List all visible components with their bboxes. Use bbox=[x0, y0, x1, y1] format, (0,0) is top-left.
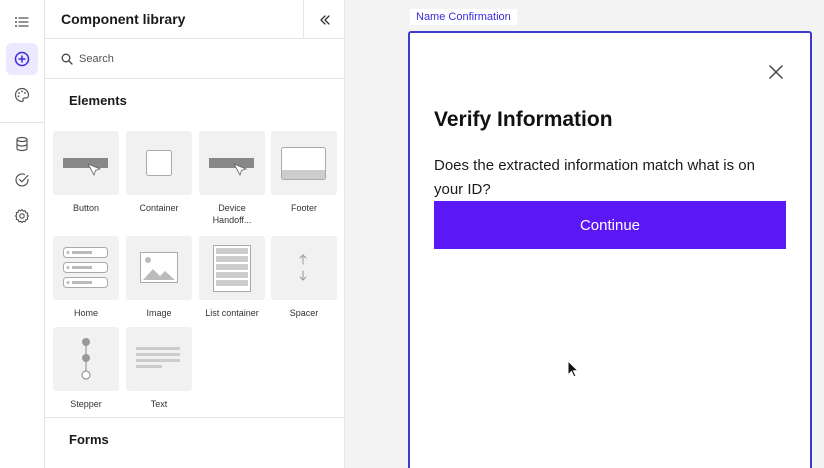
element-tile-footer[interactable]: Footer bbox=[271, 131, 337, 214]
close-button[interactable] bbox=[765, 61, 787, 83]
tile-label: Button bbox=[72, 203, 100, 213]
rail-add-button[interactable] bbox=[6, 43, 38, 75]
rail-settings-button[interactable] bbox=[6, 200, 38, 232]
spacer-preview bbox=[271, 236, 337, 300]
frame-name-tag[interactable]: Name Confirmation bbox=[410, 9, 517, 25]
rail-checks-button[interactable] bbox=[6, 164, 38, 196]
element-tile-container[interactable]: Container bbox=[126, 131, 192, 214]
tile-label: Stepper bbox=[70, 399, 102, 409]
device-handoff-preview bbox=[199, 131, 265, 195]
element-tile-image[interactable]: Image bbox=[126, 236, 192, 319]
verify-title: Verify Information bbox=[434, 108, 613, 131]
tile-label: Text bbox=[150, 399, 168, 409]
tile-label: Footer bbox=[290, 203, 317, 213]
footer-preview bbox=[271, 131, 337, 195]
container-preview bbox=[126, 131, 192, 195]
element-tile-device-handoff[interactable]: Device Handoff... bbox=[199, 131, 265, 226]
screen-frame[interactable]: Verify Information Does the extracted in… bbox=[408, 31, 812, 468]
element-tile-home[interactable]: Home bbox=[53, 236, 119, 319]
database-icon bbox=[16, 136, 28, 152]
section-divider bbox=[45, 417, 345, 418]
continue-button[interactable]: Continue bbox=[434, 201, 786, 249]
rail-divider bbox=[0, 122, 45, 123]
rail-data-button[interactable] bbox=[6, 128, 38, 160]
element-tile-button[interactable]: Button bbox=[53, 131, 119, 214]
element-tile-list-container[interactable]: List container bbox=[199, 236, 265, 319]
palette-icon bbox=[14, 87, 30, 103]
image-preview bbox=[126, 236, 192, 300]
tile-label: Spacer bbox=[289, 308, 319, 318]
panel-title: Component library bbox=[61, 11, 186, 27]
search-icon bbox=[61, 53, 73, 65]
panel-header: Component library bbox=[45, 0, 345, 39]
stepper-preview bbox=[53, 327, 119, 391]
gear-icon bbox=[14, 208, 30, 224]
element-tile-stepper[interactable]: Stepper bbox=[53, 327, 119, 410]
tile-label: Home bbox=[73, 308, 98, 318]
close-icon bbox=[769, 65, 783, 79]
rail-layers-button[interactable] bbox=[6, 6, 38, 38]
button-preview bbox=[53, 131, 119, 195]
elements-heading: Elements bbox=[69, 93, 127, 108]
component-library-panel: Component library Elements Button Contai… bbox=[45, 0, 345, 468]
forms-heading: Forms bbox=[69, 432, 109, 447]
tile-label: Device Handoff... bbox=[212, 203, 252, 225]
collapse-panel-button[interactable] bbox=[303, 0, 345, 39]
search-input[interactable] bbox=[79, 49, 329, 69]
tile-label: List container bbox=[205, 308, 259, 318]
mouse-cursor-icon bbox=[567, 360, 579, 378]
chevrons-left-icon bbox=[319, 14, 330, 25]
add-circle-icon bbox=[14, 51, 30, 67]
verify-body-text: Does the extracted information match wha… bbox=[434, 157, 755, 198]
check-circle-icon bbox=[15, 173, 29, 187]
home-preview bbox=[53, 236, 119, 300]
list-icon bbox=[15, 17, 29, 27]
element-tile-spacer[interactable]: Spacer bbox=[271, 236, 337, 319]
text-preview bbox=[126, 327, 192, 391]
list-container-preview bbox=[199, 236, 265, 300]
rail-theme-button[interactable] bbox=[6, 79, 38, 111]
icon-rail bbox=[0, 0, 45, 468]
tile-label: Container bbox=[139, 203, 179, 213]
element-tile-text[interactable]: Text bbox=[126, 327, 192, 410]
tile-label: Image bbox=[146, 308, 172, 318]
search-bar bbox=[45, 39, 345, 79]
